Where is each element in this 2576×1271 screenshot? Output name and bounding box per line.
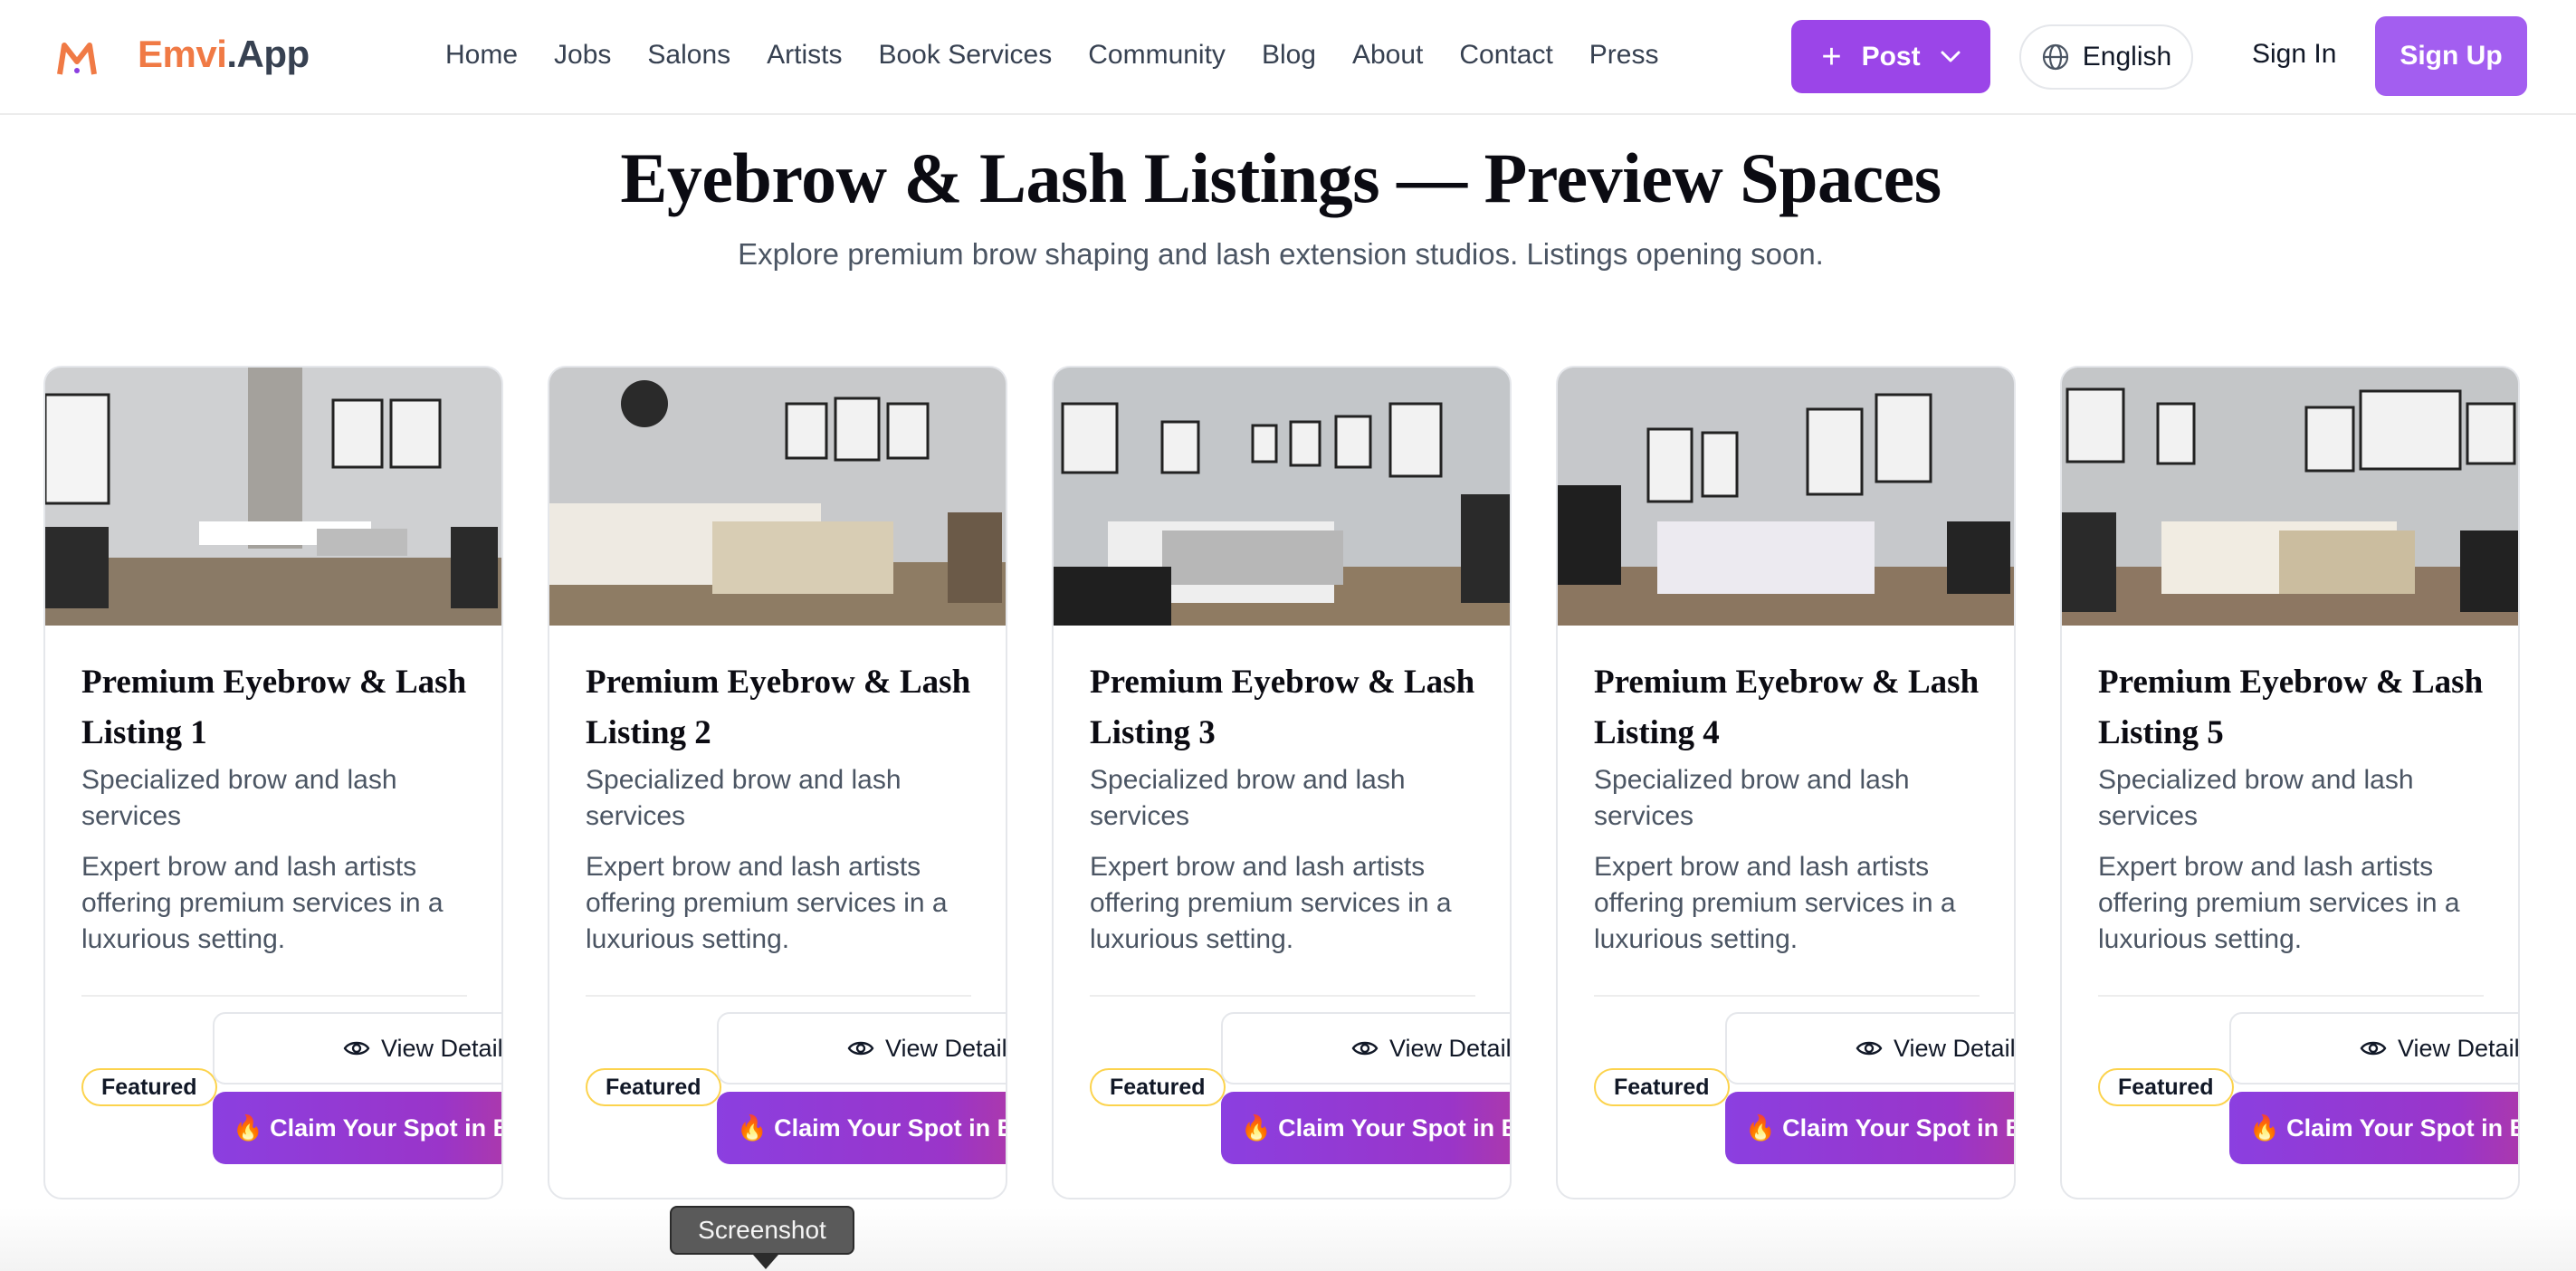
listing-description: Expert brow and lash artists offering pr… — [1090, 852, 1452, 954]
listing-card[interactable]: Premium Eyebrow & Lash Listing 1 Special… — [43, 366, 503, 1199]
listing-card[interactable]: Premium Eyebrow & Lash Listing 2 Special… — [548, 366, 1007, 1199]
listing-card[interactable]: Premium Eyebrow & Lash Listing 3 Special… — [1052, 366, 1512, 1199]
plus-icon: + — [1821, 37, 1842, 76]
claim-spot-button[interactable]: 🔥 Claim Your Spot in Brow — [1221, 1092, 1510, 1164]
brand-name[interactable]: Emvi.App — [138, 33, 310, 76]
language-label: English — [2082, 42, 2172, 72]
listing-title: Premium Eyebrow & Lash Listing 1 — [81, 664, 467, 751]
listing-subtitle: Specialized brow and lash services — [81, 765, 397, 831]
featured-badge: Featured — [586, 1068, 721, 1106]
nav-link-press[interactable]: Press — [1589, 40, 1659, 71]
listing-description: Expert brow and lash artists offering pr… — [81, 852, 444, 954]
nav-link-blog[interactable]: Blog — [1262, 40, 1316, 71]
listing-photo — [1054, 368, 1510, 626]
view-details-label: View Details — [1894, 1034, 2016, 1062]
view-details-button[interactable]: View Details — [717, 1012, 1007, 1085]
listing-title: Premium Eyebrow & Lash Listing 2 — [586, 664, 971, 751]
brand-name-primary: Emvi — [138, 33, 227, 75]
claim-spot-button[interactable]: 🔥 Claim Your Spot in Brow — [717, 1092, 1006, 1164]
post-dropdown-button[interactable]: + Post — [1791, 20, 1990, 93]
listing-photo — [1558, 368, 2014, 626]
listing-description: Expert brow and lash artists offering pr… — [2098, 852, 2460, 954]
eye-icon — [1856, 1041, 1883, 1056]
featured-badge: Featured — [2098, 1068, 2234, 1106]
listing-description: Expert brow and lash artists offering pr… — [586, 852, 948, 954]
main-nav: Home Jobs Salons Artists Book Services C… — [445, 40, 1658, 71]
listing-photo — [2062, 368, 2518, 626]
listing-subtitle: Specialized brow and lash services — [1090, 765, 1406, 831]
page-title: Eyebrow & Lash Listings — Preview Spaces — [620, 139, 1942, 217]
view-details-label: View Details — [381, 1034, 503, 1062]
globe-icon — [2042, 43, 2068, 71]
listing-subtitle: Specialized brow and lash services — [1594, 765, 1910, 831]
listing-title: Premium Eyebrow & Lash Listing 4 — [1594, 664, 1980, 751]
view-details-button[interactable]: View Details — [2229, 1012, 2520, 1085]
top-navbar: Emvi.App Home Jobs Salons Artists Book S… — [0, 0, 2576, 115]
view-details-button[interactable]: View Details — [1221, 1012, 1512, 1085]
bottom-fade — [0, 1208, 2576, 1271]
sign-up-button[interactable]: Sign Up — [2375, 16, 2527, 96]
listing-subtitle: Specialized brow and lash services — [2098, 765, 2414, 831]
listing-card[interactable]: Premium Eyebrow & Lash Listing 4 Special… — [1556, 366, 2016, 1199]
nav-link-salons[interactable]: Salons — [647, 40, 730, 71]
nav-link-about[interactable]: About — [1352, 40, 1423, 71]
listing-card-body: Premium Eyebrow & Lash Listing 1 Special… — [81, 657, 467, 958]
listing-card-body: Premium Eyebrow & Lash Listing 4 Special… — [1594, 657, 1980, 958]
eye-icon — [2360, 1041, 2387, 1056]
chevron-down-icon — [1941, 51, 1961, 62]
card-divider — [1594, 995, 1980, 997]
claim-spot-button[interactable]: 🔥 Claim Your Spot in Brow — [213, 1092, 501, 1164]
listing-photo — [45, 368, 501, 626]
screenshot-tooltip: Screenshot — [670, 1206, 854, 1269]
listing-card-body: Premium Eyebrow & Lash Listing 5 Special… — [2098, 657, 2484, 958]
nav-link-home[interactable]: Home — [445, 40, 518, 71]
listing-card-body: Premium Eyebrow & Lash Listing 3 Special… — [1090, 657, 1475, 958]
eye-icon — [343, 1041, 370, 1056]
listing-photo — [549, 368, 1006, 626]
listing-description: Expert brow and lash artists offering pr… — [1594, 852, 1956, 954]
nav-link-book-services[interactable]: Book Services — [878, 40, 1052, 71]
view-details-button[interactable]: View Details — [213, 1012, 503, 1085]
claim-spot-button[interactable]: 🔥 Claim Your Spot in Brow — [1725, 1092, 2014, 1164]
view-details-label: View Details — [2398, 1034, 2520, 1062]
nav-link-jobs[interactable]: Jobs — [554, 40, 611, 71]
view-details-label: View Details — [1389, 1034, 1512, 1062]
sign-in-link[interactable]: Sign In — [2252, 39, 2336, 70]
listing-subtitle: Specialized brow and lash services — [586, 765, 902, 831]
language-selector[interactable]: English — [2019, 24, 2193, 90]
nav-link-artists[interactable]: Artists — [767, 40, 842, 71]
eye-icon — [847, 1041, 874, 1056]
listing-title: Premium Eyebrow & Lash Listing 3 — [1090, 664, 1475, 751]
claim-spot-button[interactable]: 🔥 Claim Your Spot in Brow — [2229, 1092, 2518, 1164]
nav-link-community[interactable]: Community — [1088, 40, 1226, 71]
listing-card-body: Premium Eyebrow & Lash Listing 2 Special… — [586, 657, 971, 958]
logo-link[interactable] — [56, 38, 98, 80]
card-divider — [2098, 995, 2484, 997]
listing-card[interactable]: Premium Eyebrow & Lash Listing 5 Special… — [2060, 366, 2520, 1199]
view-details-button[interactable]: View Details — [1725, 1012, 2016, 1085]
nav-link-contact[interactable]: Contact — [1459, 40, 1552, 71]
emvi-logo-icon — [57, 43, 97, 75]
card-divider — [586, 995, 971, 997]
card-divider — [81, 995, 467, 997]
listing-title: Premium Eyebrow & Lash Listing 5 — [2098, 664, 2484, 751]
card-divider — [1090, 995, 1475, 997]
brand-name-tld: .App — [226, 33, 310, 75]
featured-badge: Featured — [1090, 1068, 1226, 1106]
post-button-label: Post — [1861, 41, 1921, 72]
eye-icon — [1351, 1041, 1379, 1056]
page-subtitle: Explore premium brow shaping and lash ex… — [738, 237, 1824, 271]
featured-badge: Featured — [81, 1068, 217, 1106]
view-details-label: View Details — [885, 1034, 1007, 1062]
featured-badge: Featured — [1594, 1068, 1730, 1106]
